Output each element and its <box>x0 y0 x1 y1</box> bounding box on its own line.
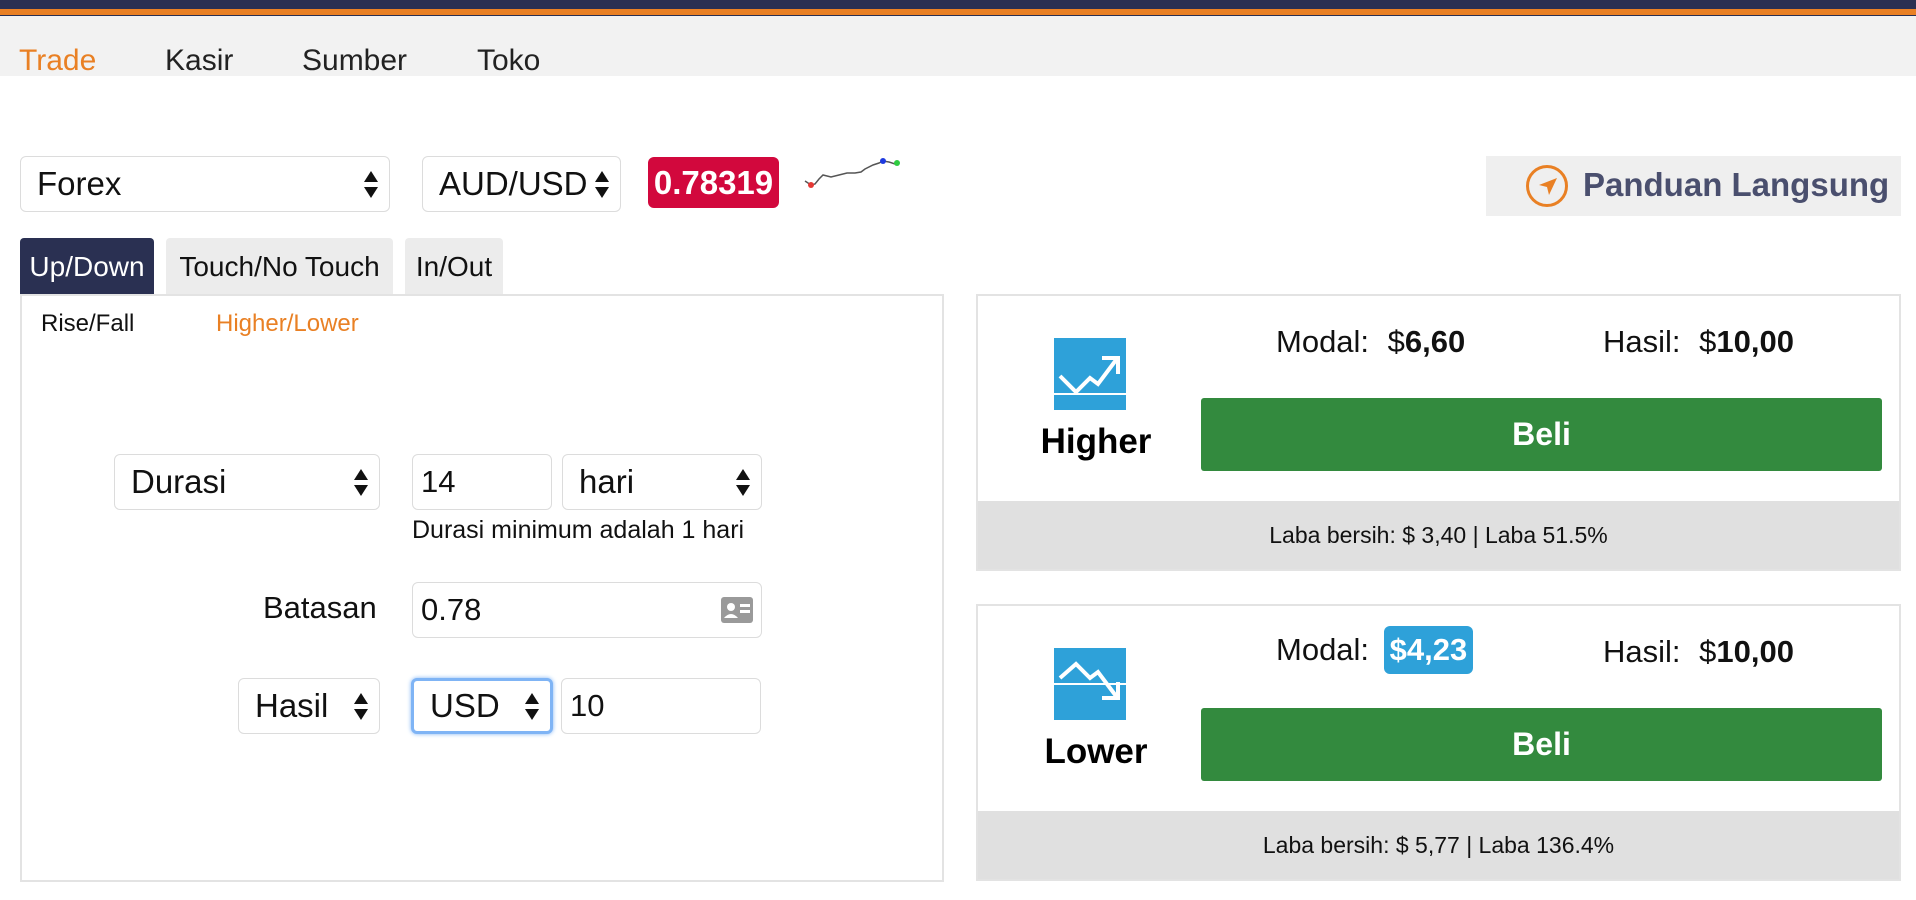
barrier-input[interactable]: 0.78 <box>412 582 762 638</box>
guide-pointer-icon <box>1526 165 1568 207</box>
select-arrows-icon <box>524 693 540 721</box>
higher-title: Higher <box>1040 422 1152 461</box>
live-guide-button[interactable]: Panduan Langsung <box>1486 156 1901 216</box>
higher-payout-currency: $ <box>1699 324 1717 359</box>
tab-touch-no-touch[interactable]: Touch/No Touch <box>166 238 393 294</box>
duration-unit-value: hari <box>579 463 635 500</box>
barrier-label: Batasan <box>263 590 377 625</box>
lower-payout-currency: $ <box>1699 634 1717 669</box>
buy-lower-button[interactable]: Beli <box>1201 708 1882 781</box>
menu-item-kasir[interactable]: Kasir <box>165 44 233 78</box>
tab-in-out[interactable]: In/Out <box>405 238 503 294</box>
higher-trend-icon <box>1054 338 1126 410</box>
select-arrows-icon <box>353 693 369 721</box>
menu-item-toko[interactable]: Toko <box>477 44 540 78</box>
buy-higher-button[interactable]: Beli <box>1201 398 1882 471</box>
symbol-value: AUD/USD <box>439 165 588 202</box>
price-sparkline-icon <box>804 158 900 188</box>
higher-stake: Modal: $6,60 <box>1276 324 1465 360</box>
lower-stake-label: Modal: <box>1276 632 1370 667</box>
menu-item-sumber[interactable]: Sumber <box>302 44 407 78</box>
higher-stake-value: 6,60 <box>1404 324 1466 359</box>
lower-payout-value: 10,00 <box>1716 634 1794 669</box>
lower-trend-icon <box>1054 648 1126 720</box>
higher-payout: Hasil: $10,00 <box>1603 324 1794 360</box>
select-arrows-icon <box>363 171 379 199</box>
contact-card-icon <box>721 597 753 623</box>
lower-stake: Modal: $4,23 <box>1276 626 1474 674</box>
select-arrows-icon <box>594 171 610 199</box>
tab-up-down[interactable]: Up/Down <box>20 238 154 294</box>
duration-hint: Durasi minimum adalah 1 hari <box>412 516 745 544</box>
basis-select[interactable]: Hasil <box>238 678 380 734</box>
select-arrows-icon <box>735 469 751 497</box>
amount-input[interactable]: 10 <box>561 678 761 734</box>
duration-type-value: Durasi <box>131 463 227 500</box>
subtab-higher-lower[interactable]: Higher/Lower <box>216 310 359 338</box>
duration-value-text: 14 <box>421 464 456 499</box>
top-brand-bar <box>0 0 1916 16</box>
barrier-value: 0.78 <box>421 592 482 627</box>
duration-unit-select[interactable]: hari <box>562 454 762 510</box>
market-category-value: Forex <box>37 165 122 202</box>
main-menu-bar: Trade Kasir Sumber Toko <box>0 16 1916 78</box>
currency-value: USD <box>430 687 500 724</box>
menu-item-trade[interactable]: Trade <box>19 44 96 78</box>
higher-profit-summary: Laba bersih: $ 3,40 | Laba 51.5% <box>978 501 1899 569</box>
spot-price-badge: 0.78319 <box>648 157 779 208</box>
lower-payout-label: Hasil: <box>1603 634 1681 669</box>
amount-value: 10 <box>570 688 605 723</box>
lower-payout: Hasil: $10,00 <box>1603 634 1794 670</box>
currency-select[interactable]: USD <box>411 678 553 734</box>
higher-payout-value: 10,00 <box>1716 324 1794 359</box>
basis-value: Hasil <box>255 687 329 724</box>
lower-profit-summary: Laba bersih: $ 5,77 | Laba 136.4% <box>978 811 1899 879</box>
higher-stake-currency: $ <box>1387 324 1405 359</box>
higher-stake-label: Modal: <box>1276 324 1370 359</box>
duration-type-select[interactable]: Durasi <box>114 454 380 510</box>
contract-card-lower: Lower Modal: $4,23 Hasil: $10,00 Beli La… <box>976 604 1901 881</box>
subtab-rise-fall[interactable]: Rise/Fall <box>41 310 134 338</box>
contract-card-higher: Higher Modal: $6,60 Hasil: $10,00 Beli L… <box>976 294 1901 571</box>
higher-payout-label: Hasil: <box>1603 324 1681 359</box>
duration-value-input[interactable]: 14 <box>412 454 552 510</box>
lower-title: Lower <box>1044 732 1148 771</box>
select-arrows-icon <box>353 469 369 497</box>
symbol-select[interactable]: AUD/USD <box>422 156 621 212</box>
lower-stake-highlight: $4,23 <box>1383 626 1474 674</box>
top-accent-stripe <box>0 9 1916 15</box>
guide-label: Panduan Langsung <box>1583 166 1890 203</box>
market-category-select[interactable]: Forex <box>20 156 390 212</box>
